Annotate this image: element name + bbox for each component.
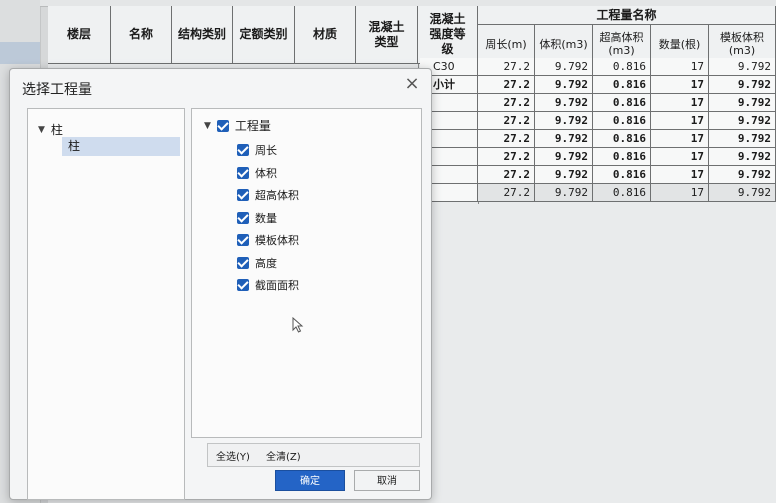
quantity-item-label: 体积 <box>255 166 277 180</box>
header-floor[interactable]: 楼层 <box>48 6 111 64</box>
cell-volume: 9.792 <box>535 148 593 166</box>
expand-triangle-icon[interactable]: ▼ <box>38 125 45 135</box>
quantity-root-node[interactable]: ▼ 工程量 <box>204 117 271 134</box>
cell-volume: 9.792 <box>535 58 593 76</box>
checkbox-checked-icon[interactable] <box>237 234 249 247</box>
cell-overheight-volume: 0.816 <box>593 166 651 184</box>
quantity-item-section-area[interactable]: 截面面积 <box>237 274 299 297</box>
cell-perimeter: 27.2 <box>478 148 535 166</box>
cell-count: 17 <box>651 94 709 112</box>
dialog-title: 选择工程量 <box>22 82 92 98</box>
cell-volume: 9.792 <box>535 184 593 202</box>
header-concrete-grade[interactable]: 混凝土强度等级 <box>418 6 478 64</box>
table-row[interactable]: 27.2 9.792 0.816 17 9.792 <box>420 166 776 184</box>
cell-formwork-volume: 9.792 <box>709 184 776 202</box>
quantity-item-overheight-volume[interactable]: 超高体积 <box>237 184 299 207</box>
close-icon[interactable]: × <box>403 75 421 93</box>
expand-triangle-icon[interactable]: ▼ <box>204 121 211 131</box>
component-tree-panel: ▼ 柱 柱 <box>27 108 185 500</box>
quantity-list: 周长 体积 超高体积 数量 模板体积 高度 截面面积 <box>237 139 299 297</box>
cell-overheight-volume: 0.816 <box>593 130 651 148</box>
checkbox-checked-icon[interactable] <box>216 119 229 132</box>
tree-node-label: 柱 <box>50 123 63 137</box>
cell-volume: 9.792 <box>535 130 593 148</box>
header-material[interactable]: 材质 <box>295 6 356 64</box>
cell-formwork-volume: 9.792 <box>709 94 776 112</box>
cell-formwork-volume: 9.792 <box>709 148 776 166</box>
cell-perimeter: 27.2 <box>478 184 535 202</box>
cell-perimeter: 27.2 <box>478 58 535 76</box>
cell-overheight-volume: 0.816 <box>593 112 651 130</box>
quantity-item-label: 超高体积 <box>255 189 299 203</box>
table-row[interactable]: 27.2 9.792 0.816 17 9.792 <box>420 94 776 112</box>
cell-formwork-volume: 9.792 <box>709 58 776 76</box>
quantity-item-count[interactable]: 数量 <box>237 207 299 230</box>
table-row[interactable]: C30 27.2 9.792 0.816 17 9.792 <box>420 58 776 76</box>
quantity-item-label: 数量 <box>255 211 277 225</box>
cell-overheight-volume: 0.816 <box>593 184 651 202</box>
cancel-button[interactable]: 取消 <box>354 470 420 491</box>
table-row[interactable]: 27.2 9.792 0.816 17 9.792 <box>420 130 776 148</box>
cell-count: 17 <box>651 58 709 76</box>
tree-node-column[interactable]: ▼ 柱 <box>38 121 63 138</box>
header-quantity-name[interactable]: 工程量名称 <box>478 6 776 25</box>
cell-perimeter: 27.2 <box>478 166 535 184</box>
checkbox-checked-icon[interactable] <box>237 189 249 202</box>
selection-button-bar: 全选(Y) 全清(Z) <box>207 443 420 467</box>
cell-formwork-volume: 9.792 <box>709 130 776 148</box>
header-concrete-type[interactable]: 混凝土类型 <box>356 6 418 64</box>
checkbox-checked-icon[interactable] <box>237 256 249 269</box>
tree-node-column-child[interactable]: 柱 <box>62 137 180 156</box>
quantity-root-label: 工程量 <box>234 119 271 133</box>
cell-volume: 9.792 <box>535 94 593 112</box>
quantity-item-label: 模板体积 <box>255 234 299 248</box>
table-row[interactable]: 27.2 9.792 0.816 17 9.792 <box>420 148 776 166</box>
checkbox-checked-icon[interactable] <box>237 211 249 224</box>
mouse-cursor-icon <box>292 317 304 333</box>
cell-formwork-volume: 9.792 <box>709 76 776 94</box>
cell-volume: 9.792 <box>535 166 593 184</box>
quantity-item-label: 周长 <box>255 144 277 158</box>
quantity-tree-panel: ▼ 工程量 周长 体积 超高体积 数量 模板体积 高度 截面面积 <box>191 108 422 438</box>
cell-count: 17 <box>651 148 709 166</box>
cell-count: 17 <box>651 130 709 148</box>
quantity-item-label: 高度 <box>255 256 277 270</box>
cell-count: 17 <box>651 184 709 202</box>
quantity-item-height[interactable]: 高度 <box>237 252 299 275</box>
select-quantity-dialog: 选择工程量 × ▼ 柱 柱 ▼ 工程量 周长 体积 超高体积 数量 模板体积 高… <box>9 68 432 500</box>
quantity-item-formwork-volume[interactable]: 模板体积 <box>237 229 299 252</box>
quantity-item-volume[interactable]: 体积 <box>237 162 299 185</box>
cell-overheight-volume: 0.816 <box>593 94 651 112</box>
checkbox-checked-icon[interactable] <box>237 144 249 157</box>
cell-volume: 9.792 <box>535 76 593 94</box>
cell-count: 17 <box>651 112 709 130</box>
cell-perimeter: 27.2 <box>478 76 535 94</box>
table-row[interactable]: 小计 27.2 9.792 0.816 17 9.792 <box>420 76 776 94</box>
table-row[interactable]: 27.2 9.792 0.816 17 9.792 <box>420 184 776 202</box>
table-row[interactable]: 27.2 9.792 0.816 17 9.792 <box>420 112 776 130</box>
cell-perimeter: 27.2 <box>478 94 535 112</box>
cell-volume: 9.792 <box>535 112 593 130</box>
quantity-item-label: 截面面积 <box>255 279 299 293</box>
cell-perimeter: 27.2 <box>478 130 535 148</box>
cell-overheight-volume: 0.816 <box>593 76 651 94</box>
header-name[interactable]: 名称 <box>111 6 172 64</box>
cell-overheight-volume: 0.816 <box>593 148 651 166</box>
clear-all-button[interactable]: 全清(Z) <box>266 448 301 463</box>
header-structure-type[interactable]: 结构类别 <box>172 6 233 64</box>
checkbox-checked-icon[interactable] <box>237 279 249 292</box>
cell-count: 17 <box>651 166 709 184</box>
cell-perimeter: 27.2 <box>478 112 535 130</box>
cell-formwork-volume: 9.792 <box>709 166 776 184</box>
select-all-button[interactable]: 全选(Y) <box>216 448 250 463</box>
left-panel-selected-row[interactable] <box>0 42 40 64</box>
cell-overheight-volume: 0.816 <box>593 58 651 76</box>
header-quota-type[interactable]: 定额类别 <box>233 6 295 64</box>
cell-count: 17 <box>651 76 709 94</box>
cell-formwork-volume: 9.792 <box>709 112 776 130</box>
quantity-item-perimeter[interactable]: 周长 <box>237 139 299 162</box>
ok-button[interactable]: 确定 <box>275 470 345 491</box>
checkbox-checked-icon[interactable] <box>237 166 249 179</box>
